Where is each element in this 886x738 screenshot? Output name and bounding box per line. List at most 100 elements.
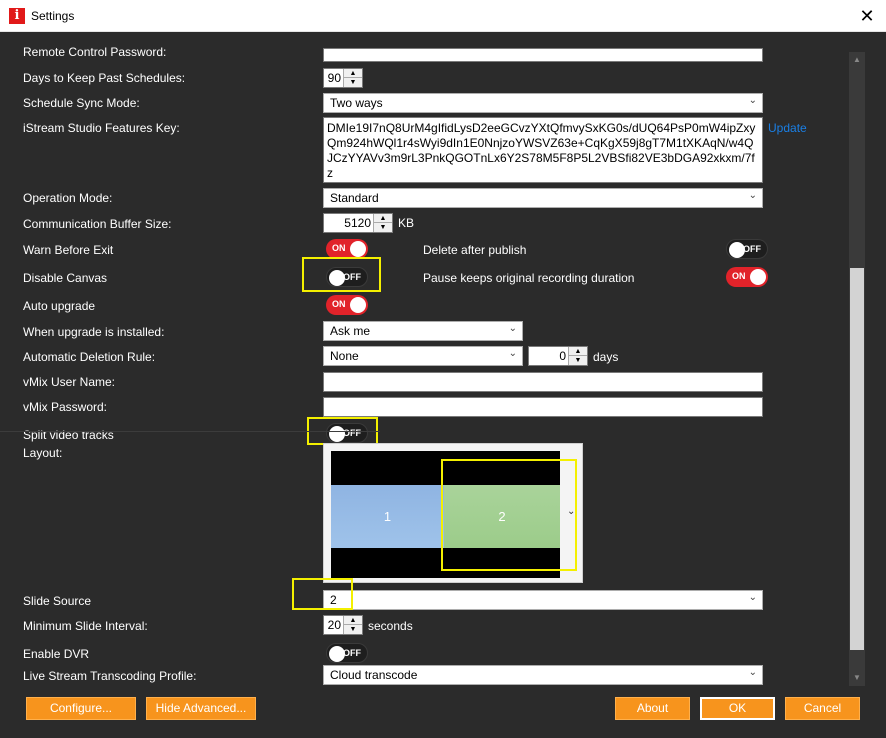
layout-selector[interactable]: 1 2 ⌄ [323, 443, 583, 583]
auto-deletion-days-value: 0 [559, 349, 566, 363]
toggle-state: OFF [343, 272, 361, 282]
transcoding-profile-label: Live Stream Transcoding Profile: [23, 669, 197, 683]
divider [0, 431, 380, 432]
auto-deletion-days-stepper[interactable]: 0 ▲ ▼ [528, 346, 588, 366]
slide-source-select[interactable]: 2 ⌄ [323, 590, 763, 610]
vertical-scrollbar[interactable]: ▲ ▼ [849, 52, 865, 686]
vmix-password-label: vMix Password: [23, 400, 108, 414]
hide-advanced-button[interactable]: Hide Advanced... [146, 697, 256, 720]
min-slide-interval-value: 20 [327, 618, 341, 632]
days-to-keep-stepper[interactable]: 90 ▲ ▼ [323, 68, 363, 88]
about-button[interactable]: About [615, 697, 690, 720]
toggle-state: OFF [343, 428, 361, 438]
chevron-down-icon: ⌄ [748, 592, 757, 603]
auto-deletion-value: None [330, 349, 359, 363]
comm-buffer-label: Communication Buffer Size: [23, 217, 172, 231]
remote-password-label: Remote Control Password: [23, 45, 167, 59]
app-icon: i [9, 8, 25, 24]
disable-canvas-toggle[interactable]: OFF [326, 267, 368, 287]
operation-mode-select[interactable]: Standard ⌄ [323, 188, 763, 208]
configure-button[interactable]: Configure... [26, 697, 136, 720]
stepper-buttons: ▲ ▼ [343, 616, 362, 634]
features-key-field[interactable]: DMIe19I7nQ8UrM4gIfidLysD2eeGCvzYXtQfmvyS… [323, 117, 763, 183]
delete-after-publish-toggle[interactable]: OFF [726, 239, 768, 259]
toggle-knob [350, 297, 366, 313]
toggle-state: ON [732, 271, 746, 281]
vmix-password-field[interactable] [323, 397, 763, 417]
chevron-down-icon: ⌄ [508, 323, 517, 334]
toggle-knob [350, 241, 366, 257]
chevron-down-icon: ⌄ [748, 190, 757, 201]
comm-buffer-value: 5120 [344, 216, 371, 230]
chevron-down-icon: ⌄ [508, 348, 517, 359]
auto-deletion-select[interactable]: None ⌄ [323, 346, 523, 366]
cancel-button[interactable]: Cancel [785, 697, 860, 720]
chevron-down-icon: ⌄ [748, 95, 757, 106]
stepper-buttons: ▲ ▼ [568, 347, 587, 365]
pause-keeps-label: Pause keeps original recording duration [423, 271, 635, 285]
min-slide-interval-stepper[interactable]: 20 ▲ ▼ [323, 615, 363, 635]
remote-password-field[interactable] [323, 48, 763, 62]
stepper-up-icon[interactable]: ▲ [374, 214, 392, 223]
toggle-state: OFF [343, 648, 361, 658]
vmix-user-field[interactable] [323, 372, 763, 392]
warn-before-exit-label: Warn Before Exit [23, 243, 114, 257]
layout-pane-2: 2 [444, 485, 560, 548]
delete-after-publish-label: Delete after publish [423, 243, 527, 257]
scroll-up-icon[interactable]: ▲ [849, 52, 865, 68]
toggle-state: OFF [743, 244, 761, 254]
days-to-keep-value: 90 [327, 71, 341, 85]
slide-source-label: Slide Source [23, 594, 92, 608]
scroll-down-icon[interactable]: ▼ [849, 670, 865, 686]
operation-mode-label: Operation Mode: [23, 191, 113, 205]
stepper-down-icon[interactable]: ▼ [569, 356, 587, 365]
schedule-sync-label: Schedule Sync Mode: [23, 96, 140, 110]
layout-pane-1: 1 [331, 485, 444, 548]
comm-buffer-stepper[interactable]: 5120 ▲ ▼ [323, 213, 393, 233]
days-unit: days [593, 350, 619, 364]
enable-dvr-toggle[interactable]: OFF [326, 643, 368, 663]
layout-label: Layout: [23, 446, 63, 460]
title-bar: i Settings ✕ [0, 0, 886, 32]
split-video-toggle[interactable]: OFF [326, 423, 368, 443]
schedule-sync-value: Two ways [330, 96, 383, 110]
when-upgrade-select[interactable]: Ask me ⌄ [323, 321, 523, 341]
chevron-down-icon: ⌄ [748, 667, 757, 678]
scrollbar-thumb[interactable] [850, 268, 864, 650]
auto-upgrade-toggle[interactable]: ON [326, 295, 368, 315]
disable-canvas-label: Disable Canvas [23, 271, 108, 285]
seconds-unit: seconds [368, 619, 413, 633]
slide-source-value: 2 [330, 593, 337, 607]
stepper-down-icon[interactable]: ▼ [344, 78, 362, 87]
warn-before-exit-toggle[interactable]: ON [326, 239, 368, 259]
update-link[interactable]: Update [768, 121, 807, 135]
operation-mode-value: Standard [330, 191, 379, 205]
stepper-buttons: ▲ ▼ [343, 69, 362, 87]
stepper-up-icon[interactable]: ▲ [569, 347, 587, 356]
days-to-keep-label: Days to Keep Past Schedules: [23, 71, 186, 85]
window-title: Settings [31, 9, 75, 23]
vmix-user-label: vMix User Name: [23, 375, 116, 389]
layout-preview: 1 2 [331, 451, 560, 578]
settings-panel: Remote Control Password: Days to Keep Pa… [0, 33, 886, 690]
ok-button[interactable]: OK [700, 697, 775, 720]
min-slide-interval-label: Minimum Slide Interval: [23, 619, 148, 633]
schedule-sync-select[interactable]: Two ways ⌄ [323, 93, 763, 113]
enable-dvr-label: Enable DVR [23, 647, 90, 661]
transcoding-profile-select[interactable]: Cloud transcode ⌄ [323, 665, 763, 685]
auto-upgrade-label: Auto upgrade [23, 299, 96, 313]
chevron-down-icon[interactable]: ⌄ [567, 506, 575, 517]
features-key-label: iStream Studio Features Key: [23, 121, 180, 135]
stepper-up-icon[interactable]: ▲ [344, 616, 362, 625]
toggle-state: ON [332, 243, 346, 253]
stepper-up-icon[interactable]: ▲ [344, 69, 362, 78]
pause-keeps-toggle[interactable]: ON [726, 267, 768, 287]
stepper-down-icon[interactable]: ▼ [344, 625, 362, 634]
toggle-knob [750, 269, 766, 285]
transcoding-profile-value: Cloud transcode [330, 668, 418, 682]
stepper-down-icon[interactable]: ▼ [374, 223, 392, 232]
stepper-buttons: ▲ ▼ [373, 214, 392, 232]
auto-deletion-label: Automatic Deletion Rule: [23, 350, 156, 364]
close-icon[interactable]: ✕ [848, 0, 886, 32]
when-upgrade-value: Ask me [330, 324, 371, 338]
